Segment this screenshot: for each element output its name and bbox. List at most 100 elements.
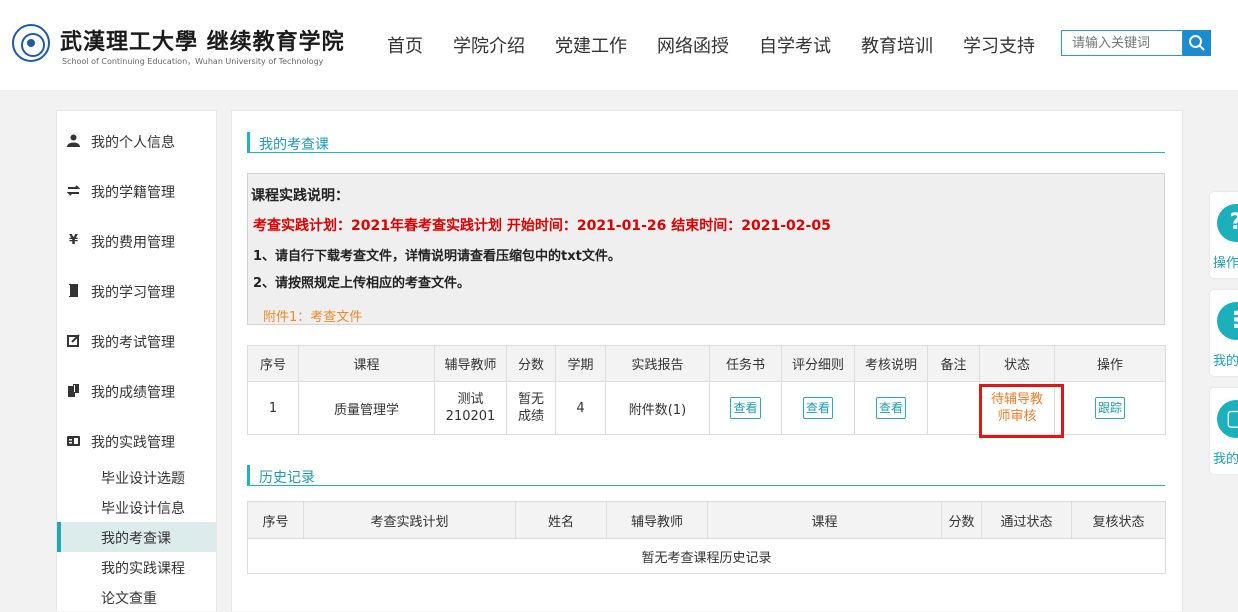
university-emblem-icon xyxy=(12,24,50,62)
table-header: 学期 xyxy=(555,345,606,382)
question-icon: ? xyxy=(1217,204,1238,242)
cell-report[interactable]: 附件数(1) xyxy=(605,381,710,435)
cell-course: 质量管理学 xyxy=(298,381,435,435)
table-header: 复核状态 xyxy=(1071,501,1166,539)
table-header: 操作 xyxy=(1054,345,1166,382)
float-help-button[interactable]: ? 操作 xyxy=(1210,192,1238,278)
sidebar-subitem-thesis-topic[interactable]: 毕业设计选题 xyxy=(57,462,216,492)
section-title-review-courses: 我的考查课 xyxy=(247,132,1165,153)
nav-self-exam[interactable]: 自学考试 xyxy=(744,32,846,58)
float-message-button[interactable]: ▢ 我的 xyxy=(1210,388,1238,474)
section-title-label: 我的考查课 xyxy=(259,137,329,153)
table-header: 序号 xyxy=(247,501,304,539)
table-header: 姓名 xyxy=(515,501,607,539)
sidebar-subitem-label: 毕业设计选题 xyxy=(101,471,185,487)
attachment-link[interactable]: 附件1：考查文件 xyxy=(263,306,362,325)
table-row: 1 质量管理学 测试 210201 暂无 成绩 4 附件数(1) 查看 查看 查… xyxy=(247,381,1166,435)
site-logo-subtitle: School of Continuing Education，Wuhan Uni… xyxy=(62,57,324,66)
report-icon xyxy=(68,384,79,397)
nav-about[interactable]: 学院介绍 xyxy=(438,32,540,58)
float-menu-button[interactable]: ⋮ 我的 xyxy=(1210,290,1238,376)
search-icon xyxy=(1189,35,1205,51)
nav-support[interactable]: 学习支持 xyxy=(948,32,1050,58)
site-header: 武漢理工大學 继续教育学院 School of Continuing Educa… xyxy=(0,0,1238,90)
table-header: 序号 xyxy=(247,345,299,382)
notice-line-1: 1、请自行下载考查文件，详情说明请查看压缩包中的txt文件。 xyxy=(253,249,621,264)
table-header: 分数 xyxy=(941,501,982,539)
sidebar-item-label: 我的实践管理 xyxy=(91,435,175,451)
sidebar-item-practice[interactable]: 我的实践管理 xyxy=(57,415,216,465)
site-logo-title[interactable]: 武漢理工大學 继续教育学院 xyxy=(60,24,345,56)
nav-training[interactable]: 教育培训 xyxy=(846,32,948,58)
main-panel: 我的考查课 课程实践说明： 考查实践计划：2021年春考查实践计划 开始时间：2… xyxy=(231,110,1183,611)
sidebar-subitem-label: 我的实践课程 xyxy=(101,561,185,577)
sidebar-item-label: 我的学习管理 xyxy=(91,285,175,301)
table-header: 辅导教师 xyxy=(434,345,507,382)
yen-icon: ¥ xyxy=(68,233,79,248)
history-empty-message: 暂无考查课程历史记录 xyxy=(247,538,1166,574)
teacher-id: 210201 xyxy=(445,409,496,424)
table-header: 通过状态 xyxy=(981,501,1072,539)
review-course-table: 序号 课程 辅导教师 分数 学期 实践报告 任务书 评分细则 考核说明 备注 状… xyxy=(247,345,1166,435)
score-line-1: 暂无 xyxy=(517,392,544,407)
table-header: 课程 xyxy=(298,345,435,382)
user-icon xyxy=(67,134,80,147)
score-line-2: 成绩 xyxy=(517,409,544,424)
notice-title: 课程实践说明： xyxy=(251,188,349,204)
table-header: 分数 xyxy=(506,345,556,382)
view-assessment-button[interactable]: 查看 xyxy=(875,397,906,419)
sidebar-subitem-plagiarism-check[interactable]: 论文查重 xyxy=(57,582,216,612)
table-header: 状态 xyxy=(979,345,1055,382)
edit-icon xyxy=(67,334,80,347)
cell-index: 1 xyxy=(247,381,299,435)
section-title-history: 历史记录 xyxy=(247,465,1165,486)
sidebar-item-label: 我的考试管理 xyxy=(91,335,175,351)
search-button[interactable] xyxy=(1183,30,1211,56)
nav-home[interactable]: 首页 xyxy=(372,32,438,58)
sidebar-item-label: 我的学籍管理 xyxy=(91,185,175,201)
practice-icon xyxy=(67,436,80,446)
cell-status: 待辅导教 师审核 xyxy=(979,381,1055,435)
table-header: 课程 xyxy=(707,501,942,539)
sidebar-subitem-my-review-courses[interactable]: 我的考查课 xyxy=(57,522,216,552)
sidebar-subitem-label: 毕业设计信息 xyxy=(101,501,185,517)
table-header: 考核说明 xyxy=(854,345,928,382)
sidebar-item-enrollment[interactable]: 我的学籍管理 xyxy=(57,165,216,215)
nav-party[interactable]: 党建工作 xyxy=(540,32,642,58)
sidebar-item-label: 我的成绩管理 xyxy=(91,385,175,401)
section-title-bar xyxy=(247,132,250,152)
sidebar-item-grades[interactable]: 我的成绩管理 xyxy=(57,365,216,415)
sidebar-item-study[interactable]: 我的学习管理 xyxy=(57,265,216,315)
sidebar: 我的个人信息 我的学籍管理 ¥ 我的费用管理 我的学习管理 我的考试管理 我的成… xyxy=(56,110,217,611)
practice-notice: 课程实践说明： 考查实践计划：2021年春考查实践计划 开始时间：2021-01… xyxy=(247,173,1165,325)
section-title-label: 历史记录 xyxy=(259,470,315,486)
table-header: 实践报告 xyxy=(605,345,710,382)
sidebar-subitem-practice-courses[interactable]: 我的实践课程 xyxy=(57,552,216,582)
table-header: 考查实践计划 xyxy=(303,501,516,539)
float-label: 我的 xyxy=(1213,354,1238,369)
view-task-button[interactable]: 查看 xyxy=(730,397,761,419)
cell-term: 4 xyxy=(555,381,606,435)
search-input[interactable] xyxy=(1061,30,1183,56)
teacher-name: 测试 xyxy=(457,392,484,407)
message-icon: ▢ xyxy=(1217,400,1238,438)
cell-teacher: 测试 210201 xyxy=(434,381,507,435)
sidebar-item-label: 我的个人信息 xyxy=(91,135,175,151)
float-label: 我的 xyxy=(1213,452,1238,467)
view-criteria-button[interactable]: 查看 xyxy=(802,397,833,419)
table-header: 备注 xyxy=(927,345,980,382)
status-line-2: 师审核 xyxy=(997,409,1037,424)
sidebar-subitem-label: 论文查重 xyxy=(101,591,157,607)
menu-icon: ⋮ xyxy=(1217,302,1238,340)
cell-score: 暂无 成绩 xyxy=(506,381,556,435)
nav-online[interactable]: 网络函授 xyxy=(642,32,744,58)
status-line-1: 待辅导教 xyxy=(990,392,1043,407)
track-button[interactable]: 跟踪 xyxy=(1094,397,1125,419)
sidebar-item-personal-info[interactable]: 我的个人信息 xyxy=(57,115,216,165)
swap-icon xyxy=(67,185,80,196)
table-header-row: 序号 课程 辅导教师 分数 学期 实践报告 任务书 评分细则 考核说明 备注 状… xyxy=(247,345,1166,382)
cell-criteria: 查看 xyxy=(781,381,855,435)
sidebar-subitem-thesis-info[interactable]: 毕业设计信息 xyxy=(57,492,216,522)
sidebar-item-exams[interactable]: 我的考试管理 xyxy=(57,315,216,365)
sidebar-item-fees[interactable]: ¥ 我的费用管理 xyxy=(57,215,216,265)
